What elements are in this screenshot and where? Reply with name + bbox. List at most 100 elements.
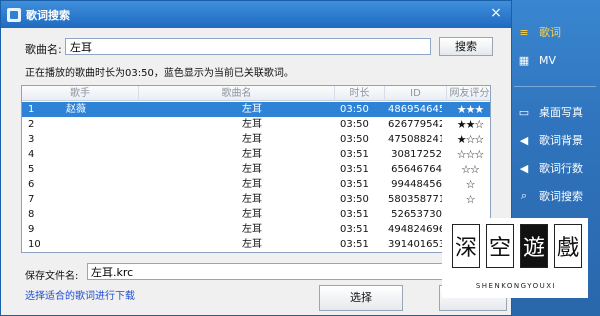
header-singer[interactable]: 歌手 [22, 86, 138, 101]
watermark-char: 戲 [554, 224, 582, 268]
row-song: 左耳 [242, 224, 262, 235]
lyrics-results-table[interactable]: 歌手 歌曲名 时长 ID 网友评分 1 赵薇 左耳 03:50 48695464… [21, 85, 491, 253]
row-number: 3 [28, 134, 35, 145]
status-text: 正在播放的歌曲时长为03:50，蓝色显示为当前已关联歌词。 [25, 68, 294, 79]
side-item-desktop-photo[interactable]: ▭ 桌面写真 [510, 100, 600, 124]
table-row[interactable]: 4 左耳 03:51 30817252 ☆☆☆ [22, 147, 490, 162]
header-id[interactable]: ID [384, 86, 446, 101]
table-row[interactable]: 5 左耳 03:51 65646764 ☆☆ [22, 162, 490, 177]
row-rating: ☆☆ [461, 163, 480, 176]
row-number: 5 [28, 164, 35, 175]
row-singer: 赵薇 [66, 104, 86, 115]
side-item-label: 歌词搜索 [539, 190, 583, 203]
row-id: 391401653 [388, 239, 442, 250]
row-id: 626779542 [388, 119, 442, 130]
row-id: 486954645 [388, 104, 442, 115]
side-item-label: 歌词 [539, 26, 561, 39]
song-name-input[interactable] [65, 38, 431, 55]
side-item-lyrics-background[interactable]: ◀ 歌词背景 [510, 128, 600, 152]
close-icon[interactable]: × [489, 6, 503, 20]
lyrics-search-dialog: 歌词搜索 × 歌曲名: 搜索 正在播放的歌曲时长为03:50，蓝色显示为当前已关… [0, 0, 512, 316]
row-id: 65646764 [391, 164, 442, 175]
side-item-label: 歌词行数 [539, 162, 583, 175]
side-item-label: 歌词背景 [539, 134, 583, 147]
side-item-lyrics-search[interactable]: ⌕ 歌词搜索 [510, 184, 600, 208]
download-hint-link[interactable]: 选择适合的歌词进行下载 [25, 287, 135, 302]
row-singer [66, 237, 126, 252]
table-row[interactable]: 10 左耳 03:51 391401653 [22, 237, 490, 252]
row-number: 8 [28, 209, 35, 220]
left-arrow-icon: ◀ [519, 161, 529, 175]
left-arrow-icon: ◀ [519, 133, 529, 147]
row-id: 52653730 [391, 209, 442, 220]
row-singer [66, 132, 126, 147]
table-row[interactable]: 8 左耳 03:51 52653730 [22, 207, 490, 222]
row-duration: 03:51 [340, 239, 369, 250]
row-singer [66, 162, 126, 177]
row-song: 左耳 [242, 134, 262, 145]
save-filename-input[interactable] [87, 263, 447, 280]
table-header: 歌手 歌曲名 时长 ID 网友评分 [22, 86, 490, 101]
lyrics-icon: ≡ [519, 25, 529, 39]
row-song: 左耳 [242, 209, 262, 220]
row-song: 左耳 [242, 104, 262, 115]
row-id: 30817252 [391, 149, 442, 160]
row-number: 4 [28, 149, 35, 160]
side-item-lyrics[interactable]: ≡ 歌词 [510, 20, 600, 44]
table-row[interactable]: 3 左耳 03:50 475088241 ★☆☆ [22, 132, 490, 147]
row-song: 左耳 [242, 179, 262, 190]
row-singer [66, 222, 126, 237]
app-logo-icon [7, 7, 21, 22]
watermark-text: SHENKONGYOUXI [475, 282, 557, 290]
table-row[interactable]: 9 左耳 03:51 494824696 [22, 222, 490, 237]
row-id: 494824696 [388, 224, 442, 235]
table-row[interactable]: 6 左耳 03:51 99448456 ☆ [22, 177, 490, 192]
side-item-label: 桌面写真 [539, 106, 583, 119]
header-rating[interactable]: 网友评分 [446, 86, 490, 101]
row-song: 左耳 [242, 119, 262, 130]
row-duration: 03:51 [340, 209, 369, 220]
row-rating: ☆ [465, 178, 476, 191]
row-id: 475088241 [388, 134, 442, 145]
row-id: 580358771 [388, 194, 442, 205]
row-number: 7 [28, 194, 35, 205]
row-duration: 03:50 [340, 194, 369, 205]
side-divider [514, 86, 596, 87]
watermark-char: 遊 [520, 224, 548, 268]
row-singer [66, 117, 126, 132]
dialog-title: 歌词搜索 [26, 8, 70, 22]
row-duration: 03:51 [340, 224, 369, 235]
row-duration: 03:51 [340, 164, 369, 175]
row-singer [66, 177, 126, 192]
save-filename-label: 保存文件名: [25, 271, 79, 282]
search-button[interactable]: 搜索 [439, 37, 493, 56]
dialog-title-bar[interactable]: 歌词搜索 × [1, 1, 511, 28]
search-list-icon: ⌕ [520, 189, 528, 202]
watermark-char: 空 [486, 224, 514, 268]
table-row[interactable]: 2 左耳 03:50 626779542 ★★☆ [22, 117, 490, 132]
side-item-lyrics-lines[interactable]: ◀ 歌词行数 [510, 156, 600, 180]
row-song: 左耳 [242, 149, 262, 160]
header-song[interactable]: 歌曲名 [138, 86, 334, 101]
header-duration[interactable]: 时长 [334, 86, 384, 101]
row-number: 1 [28, 104, 35, 115]
table-row[interactable]: 1 赵薇 左耳 03:50 486954645 ★★★ [22, 102, 490, 117]
photo-icon: ▭ [518, 105, 530, 119]
song-name-label: 歌曲名: [25, 43, 62, 56]
row-number: 9 [28, 224, 35, 235]
select-button[interactable]: 选择 [319, 285, 403, 311]
row-song: 左耳 [242, 194, 262, 205]
row-duration: 03:50 [340, 119, 369, 130]
side-item-mv[interactable]: ▦ MV [510, 48, 600, 72]
row-duration: 03:51 [340, 149, 369, 160]
row-rating: ★☆☆ [456, 133, 485, 146]
row-duration: 03:50 [340, 104, 369, 115]
row-number: 2 [28, 119, 35, 130]
watermark-logo: 深 空 遊 戲 SHENKONGYOUXI [442, 218, 588, 298]
row-rating: ☆☆☆ [456, 148, 485, 161]
row-number: 6 [28, 179, 35, 190]
row-song: 左耳 [242, 239, 262, 250]
table-row[interactable]: 7 左耳 03:50 580358771 ☆ [22, 192, 490, 207]
row-singer [66, 192, 126, 207]
side-item-label: MV [539, 53, 557, 67]
